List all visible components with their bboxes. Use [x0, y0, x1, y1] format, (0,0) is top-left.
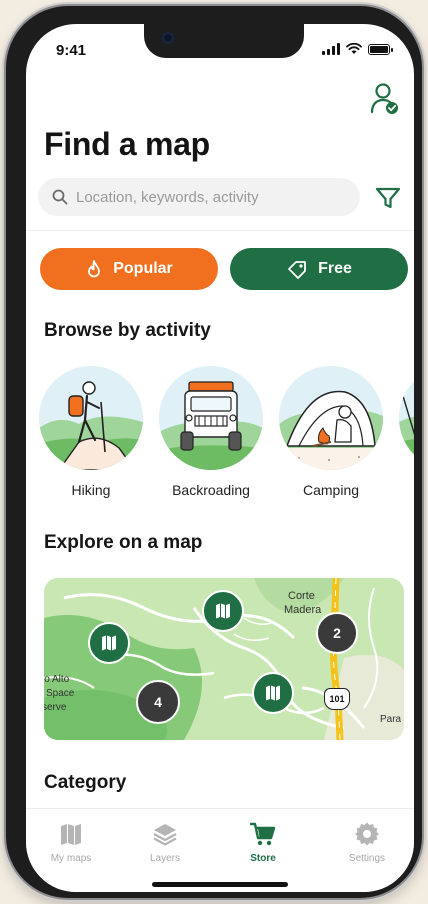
battery-icon — [368, 43, 393, 55]
map-marker-icon — [266, 685, 280, 701]
activity-camping[interactable]: Camping — [276, 366, 386, 498]
browse-by-activity-heading: Browse by activity — [44, 320, 211, 341]
search-icon — [52, 189, 68, 205]
tab-my-maps[interactable]: My maps — [36, 821, 106, 864]
cluster-count: 4 — [154, 694, 162, 710]
activity-more[interactable] — [396, 366, 414, 482]
flame-icon — [88, 260, 101, 278]
tab-layers[interactable]: Layers — [130, 821, 200, 864]
activity-hiking[interactable]: Hiking — [36, 366, 146, 498]
page-title: Find a map — [44, 126, 210, 162]
map-place-label: Space — [46, 688, 75, 699]
activity-label: Camping — [302, 482, 360, 498]
phone-frame: 9:41 Find a map Location, keywords, acti… — [6, 6, 422, 898]
layers-icon — [153, 824, 177, 846]
my-maps-icon — [61, 824, 81, 845]
explore-on-map-heading: Explore on a map — [44, 532, 203, 553]
front-camera — [162, 32, 174, 44]
search-bar[interactable] — [38, 178, 360, 216]
free-label: Free — [318, 260, 352, 277]
map-place-label: Para — [380, 714, 402, 725]
category-heading: Category — [44, 772, 127, 793]
map-marker[interactable] — [88, 622, 130, 664]
filter-button[interactable] — [374, 184, 402, 212]
backroading-illustration — [159, 366, 263, 470]
map-marker[interactable] — [202, 590, 244, 632]
camping-illustration — [279, 366, 383, 470]
bottom-tab-bar: My maps Layers Store Settings — [26, 808, 414, 892]
settings-gear-icon — [355, 822, 379, 846]
explore-map[interactable]: Corte Madera lo Alto Space serve Para 10… — [44, 578, 404, 740]
header-divider — [26, 230, 414, 231]
filter-funnel-icon — [375, 187, 401, 209]
route-101-shield: 101 — [324, 688, 350, 710]
route-number: 101 — [329, 694, 345, 704]
tab-store[interactable]: Store — [228, 821, 298, 864]
wifi-icon — [346, 43, 362, 54]
tab-label: Settings — [348, 853, 386, 864]
map-marker-icon — [102, 635, 116, 651]
tab-label: My maps — [50, 853, 92, 864]
map-place-label: Corte — [288, 590, 315, 602]
popular-button[interactable]: Popular — [40, 248, 218, 290]
search-input[interactable] — [76, 188, 346, 206]
activity-label: Hiking — [71, 482, 111, 498]
activity-backroading[interactable]: Backroading — [156, 366, 266, 498]
account-button[interactable] — [370, 82, 400, 116]
more-activity-illustration — [399, 366, 414, 470]
map-place-label: serve — [44, 702, 67, 713]
status-time: 9:41 — [56, 42, 87, 59]
free-button[interactable]: Free — [230, 248, 408, 290]
map-place-label: Madera — [284, 604, 322, 616]
map-cluster[interactable]: 4 — [136, 680, 180, 724]
account-check-icon — [370, 83, 398, 114]
map-cluster[interactable]: 2 — [316, 612, 358, 654]
tab-settings[interactable]: Settings — [332, 821, 402, 864]
tag-icon — [288, 261, 306, 279]
cluster-count: 2 — [333, 625, 341, 641]
cart-icon — [250, 822, 276, 846]
status-icons — [322, 43, 393, 55]
popular-label: Popular — [113, 260, 173, 277]
activity-label: Backroading — [172, 482, 250, 498]
cellular-signal-icon — [322, 43, 340, 55]
map-marker-icon — [216, 603, 230, 619]
app-screen: 9:41 Find a map Location, keywords, acti… — [26, 24, 414, 892]
tab-label: Layers — [149, 853, 180, 864]
tab-label: Store — [250, 853, 276, 864]
hiking-illustration — [39, 366, 143, 470]
map-marker[interactable] — [252, 672, 294, 714]
map-place-label: lo Alto — [44, 674, 70, 685]
activity-carousel[interactable]: Hiking Backroading Camping — [26, 366, 414, 506]
notch — [144, 24, 304, 58]
home-indicator — [152, 882, 288, 887]
